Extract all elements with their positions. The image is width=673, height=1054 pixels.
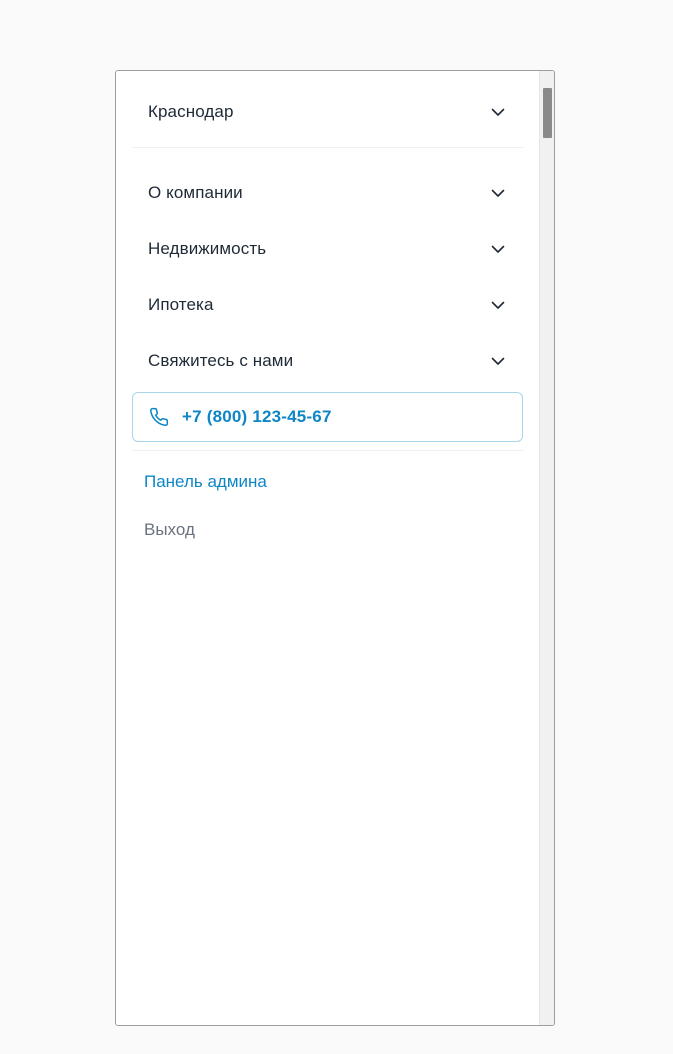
chevron-down-icon: [491, 357, 505, 365]
phone-call-button[interactable]: +7 (800) 123-45-67: [132, 392, 523, 442]
city-selector-label: Краснодар: [148, 102, 234, 121]
menu-item-contact[interactable]: Свяжитесь с нами: [148, 341, 506, 381]
chevron-down-icon: [491, 189, 505, 197]
menu-item-about[interactable]: О компании: [148, 173, 506, 213]
chevron-down-icon: [491, 108, 505, 116]
phone-number: +7 (800) 123-45-67: [182, 407, 332, 426]
menu-item-mortgage[interactable]: Ипотека: [148, 285, 506, 325]
menu-item-label: Ипотека: [148, 295, 214, 314]
scrollbar-thumb[interactable]: [543, 88, 552, 138]
chevron-down-icon: [491, 245, 505, 253]
divider: [132, 147, 524, 148]
vertical-scrollbar[interactable]: [539, 71, 554, 1025]
city-selector[interactable]: Краснодар: [148, 92, 506, 132]
chevron-down-icon: [491, 301, 505, 309]
menu-item-label: О компании: [148, 183, 243, 202]
mobile-menu-panel: Краснодар О компании Недвижимость Ипотек…: [115, 70, 555, 1026]
menu-content: Краснодар О компании Недвижимость Ипотек…: [116, 71, 539, 1025]
menu-item-label: Свяжитесь с нами: [148, 351, 294, 370]
logout-link[interactable]: Выход: [144, 520, 195, 540]
admin-panel-link[interactable]: Панель админа: [144, 472, 267, 492]
divider: [132, 450, 524, 451]
menu-item-realty[interactable]: Недвижимость: [148, 229, 506, 269]
phone-icon: [150, 407, 169, 427]
menu-item-label: Недвижимость: [148, 239, 267, 258]
